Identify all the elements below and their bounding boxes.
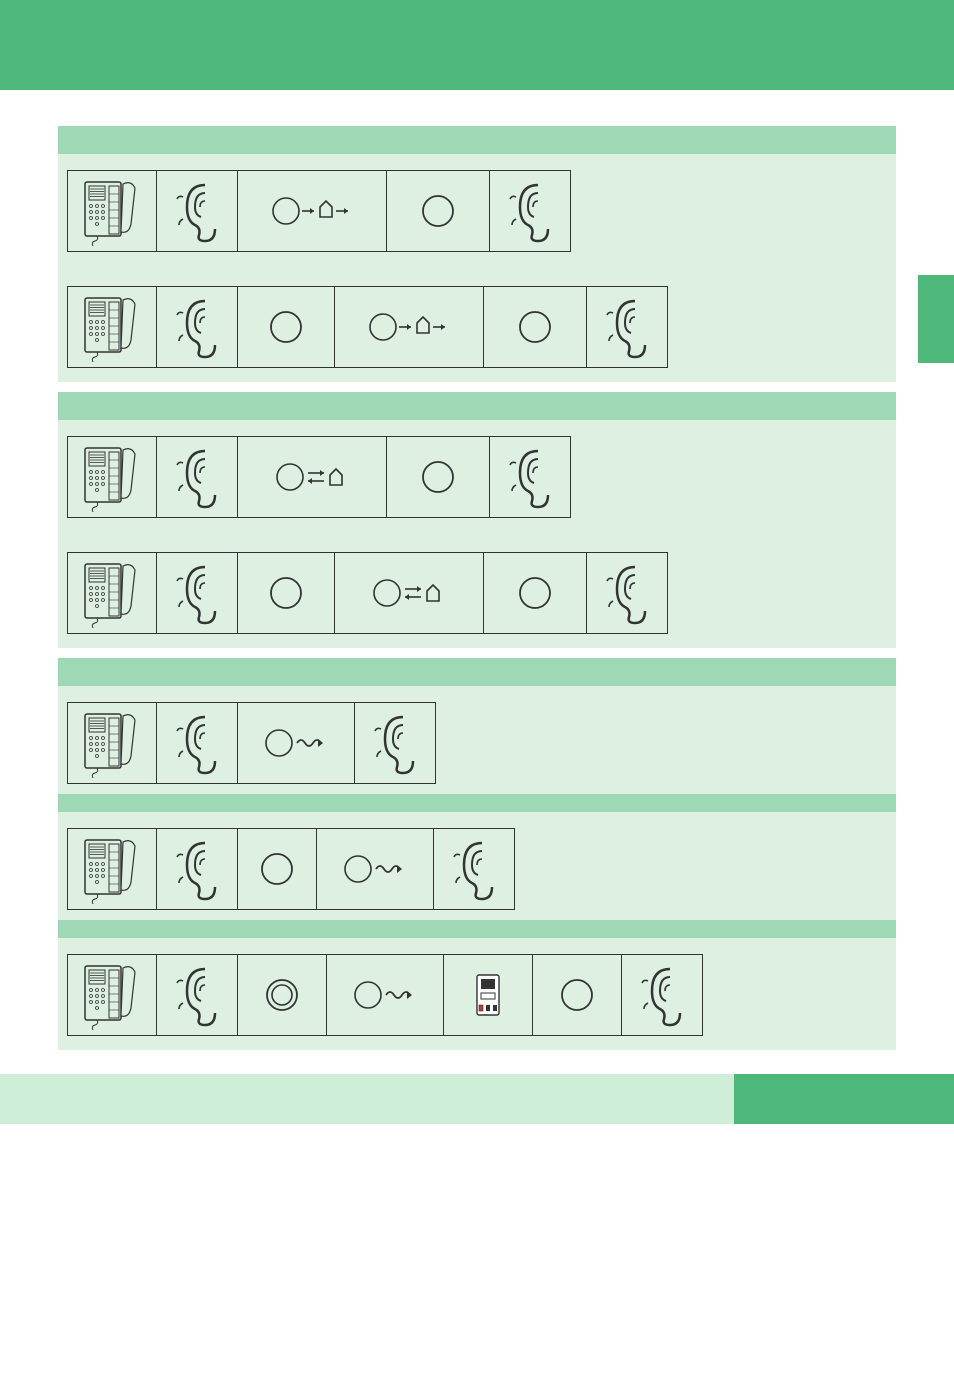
row-2a <box>58 420 896 518</box>
step-lift-handset <box>67 170 157 252</box>
step-listen-confirm <box>433 828 515 910</box>
section-1-body <box>58 154 896 382</box>
section-1-header <box>58 126 896 154</box>
row-3a <box>58 686 896 784</box>
section-2 <box>58 392 896 648</box>
page-content <box>0 126 954 1050</box>
step-transfer-wave <box>316 828 434 910</box>
section-3 <box>58 658 896 1050</box>
step-transfer-wave <box>326 954 444 1036</box>
section-3-mid-header-1 <box>58 794 896 812</box>
step-press-button <box>237 828 317 910</box>
step-listen-confirm <box>489 170 571 252</box>
step-transfer-wave <box>237 702 355 784</box>
step-listen <box>156 436 238 518</box>
section-3-mid-header-2 <box>58 920 896 938</box>
step-listen <box>156 286 238 368</box>
step-press-button <box>386 436 490 518</box>
step-lift-handset <box>67 552 157 634</box>
row-3c <box>58 938 896 1036</box>
footer-band <box>0 1074 954 1124</box>
top-banner <box>0 0 954 90</box>
step-listen <box>156 170 238 252</box>
step-listen-confirm <box>586 286 668 368</box>
row-2b <box>58 536 896 634</box>
section-3-header <box>58 658 896 686</box>
step-lift-handset <box>67 954 157 1036</box>
step-press-then-home <box>237 170 387 252</box>
footer-right <box>734 1074 954 1124</box>
row-3b <box>58 812 896 910</box>
section-1 <box>58 126 896 382</box>
step-listen-confirm <box>586 552 668 634</box>
step-press-button <box>483 286 587 368</box>
step-swap-home <box>237 436 387 518</box>
step-voice-recorder <box>443 954 533 1036</box>
step-press-button <box>532 954 622 1036</box>
section-3-body <box>58 686 896 1050</box>
row-1a <box>58 154 896 252</box>
side-tab <box>918 275 954 363</box>
step-listen <box>156 702 238 784</box>
row-1b <box>58 270 896 368</box>
section-2-header <box>58 392 896 420</box>
step-long-press <box>237 954 327 1036</box>
step-listen <box>156 552 238 634</box>
step-lift-handset <box>67 702 157 784</box>
footer-left <box>0 1074 734 1124</box>
step-press-button <box>483 552 587 634</box>
step-press-button <box>386 170 490 252</box>
step-press-then-home <box>334 286 484 368</box>
step-listen-confirm <box>354 702 436 784</box>
step-lift-handset <box>67 828 157 910</box>
step-listen <box>156 954 238 1036</box>
step-listen-confirm <box>621 954 703 1036</box>
step-listen-confirm <box>489 436 571 518</box>
step-press-button <box>237 286 335 368</box>
section-2-body <box>58 420 896 648</box>
step-swap-home <box>334 552 484 634</box>
step-lift-handset <box>67 436 157 518</box>
step-lift-handset <box>67 286 157 368</box>
step-press-button <box>237 552 335 634</box>
step-listen <box>156 828 238 910</box>
